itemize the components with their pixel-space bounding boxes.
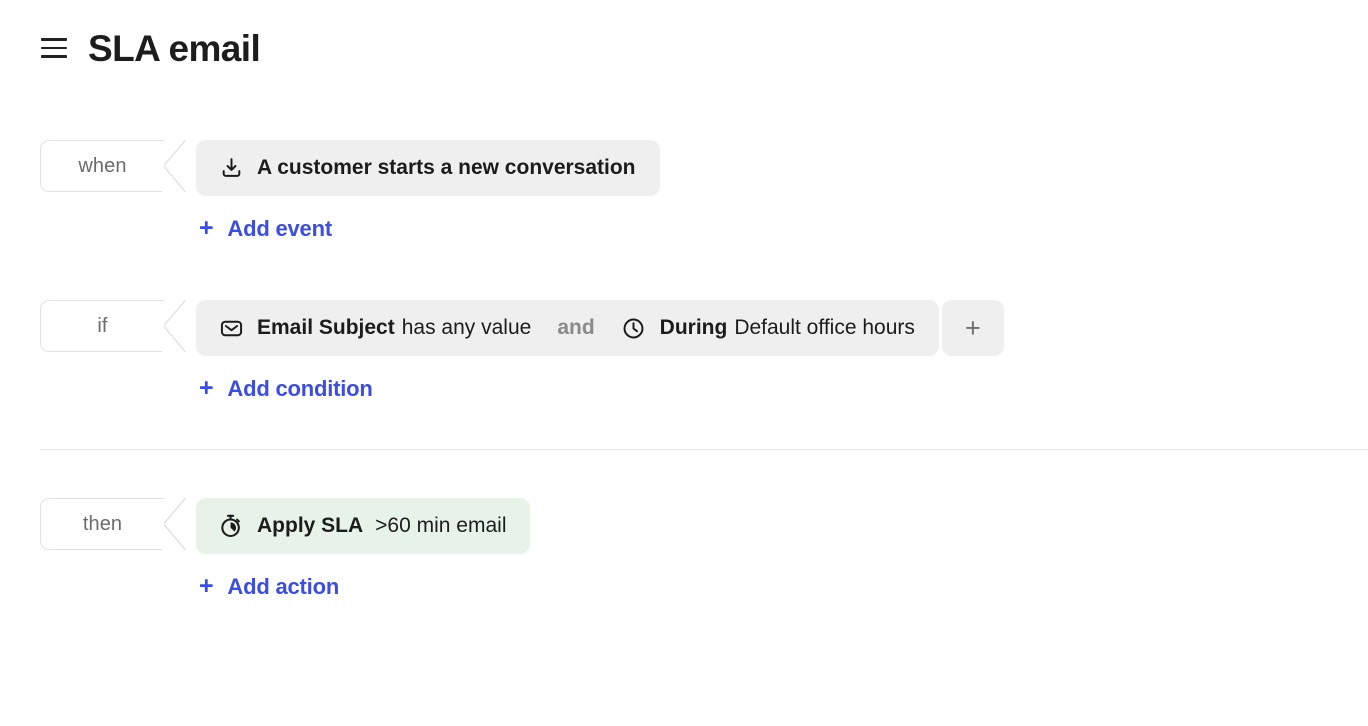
plus-icon: +	[199, 571, 214, 600]
if-chip-row: Email Subject has any value and During D…	[196, 300, 1368, 356]
plus-icon: +	[199, 373, 214, 402]
page-header: SLA email	[0, 0, 1368, 78]
add-condition-label: Add condition	[227, 376, 373, 401]
when-body: A customer starts a new conversation + A…	[196, 140, 1368, 242]
plus-icon: +	[199, 213, 214, 242]
then-chip-row: Apply SLA >60 min email	[196, 498, 1368, 555]
if-body: Email Subject has any value and During D…	[196, 300, 1368, 402]
then-body: Apply SLA >60 min email + Add action	[196, 498, 1368, 600]
when-tag: when	[40, 139, 186, 193]
then-tag: then	[40, 497, 186, 552]
hamburger-bar	[41, 38, 67, 41]
hamburger-icon[interactable]	[38, 32, 70, 64]
then-block: then Apply SLA >60 min email + Add actio…	[40, 497, 1368, 600]
automation-rule-editor: SLA email when A customer starts a new c…	[0, 0, 1368, 726]
rule-builder-actions: then Apply SLA >60 min email + Add actio…	[0, 450, 1368, 600]
event-label: A customer starts a new conversation	[257, 156, 636, 179]
hamburger-bar	[41, 46, 67, 50]
rule-builder: when A customer starts a new conversatio…	[0, 78, 1368, 402]
action-value: >60 min email	[375, 514, 507, 538]
condition-chip[interactable]: Email Subject has any value and During D…	[196, 300, 939, 356]
condition-predicate: has any value	[401, 316, 532, 339]
when-block: when A customer starts a new conversatio…	[40, 139, 1368, 242]
action-label: Apply SLA	[257, 514, 364, 538]
inbox-download-icon	[218, 155, 244, 181]
if-block: if Email Subject has any value and Durin…	[40, 299, 1368, 402]
then-tag-column: then	[40, 497, 196, 552]
condition-predicate: Default office hours	[734, 316, 915, 339]
when-tag-label: when	[78, 154, 127, 177]
envelope-icon	[218, 315, 244, 341]
stopwatch-icon	[218, 513, 244, 539]
add-event-button[interactable]: + Add event	[196, 213, 332, 242]
condition-subject: During	[659, 316, 728, 339]
clock-icon	[621, 315, 647, 341]
condition-subject: Email Subject	[257, 316, 395, 339]
if-tag: if	[40, 299, 186, 353]
add-condition-button[interactable]: + Add condition	[196, 373, 373, 402]
add-action-button[interactable]: + Add action	[196, 571, 340, 600]
add-event-label: Add event	[227, 216, 332, 241]
if-tag-column: if	[40, 299, 196, 353]
when-chip-row: A customer starts a new conversation	[196, 140, 1368, 196]
add-action-label: Add action	[227, 574, 340, 600]
action-chip[interactable]: Apply SLA >60 min email	[196, 498, 531, 555]
page-title: SLA email	[88, 27, 261, 69]
add-inline-condition-button[interactable]: +	[941, 300, 1004, 356]
when-tag-column: when	[40, 139, 196, 193]
then-tag-label: then	[82, 512, 123, 535]
event-chip[interactable]: A customer starts a new conversation	[196, 140, 660, 196]
hamburger-bar	[41, 55, 67, 58]
if-tag-label: if	[97, 314, 108, 337]
condition-operator: and	[557, 316, 595, 339]
